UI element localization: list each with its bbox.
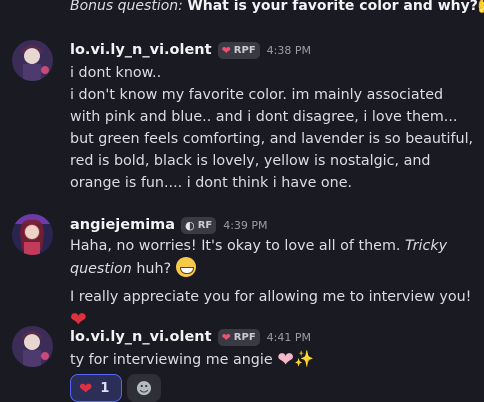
sparkles-icon: ✨	[293, 349, 314, 368]
message-text: I really appreciate you for allowing me …	[70, 289, 472, 305]
role-tag[interactable]: ◐ RF	[181, 216, 217, 234]
bonus-question: What is your favorite color and why?	[187, 0, 478, 14]
moon-icon: ◐	[185, 218, 195, 232]
red-heart-icon: ❤	[79, 378, 93, 398]
heart-reaction-button[interactable]: ❤ 1	[70, 374, 122, 402]
pink-heart-icon: ❤	[277, 347, 294, 371]
fire-heart-icon: ❤	[221, 43, 231, 57]
bonus-label: Bonus question:	[70, 0, 188, 14]
avatar[interactable]	[12, 214, 53, 255]
role-tag-label: RPF	[233, 331, 256, 343]
message-line: Haha, no worries! It's okay to love all …	[70, 235, 476, 280]
role-tag-label: RPF	[233, 44, 256, 56]
avatar[interactable]	[12, 326, 53, 367]
reactions-bar: ❤ 1 ☻	[70, 374, 161, 402]
message-text: huh?	[131, 261, 172, 277]
add-reaction-button[interactable]: ☻	[127, 374, 161, 402]
smiley-add-icon: ☻	[135, 378, 153, 398]
thinking-face-icon: 🤔	[478, 0, 484, 14]
timestamp[interactable]: 4:39 PM	[223, 219, 267, 232]
role-tag[interactable]: ❤ RPF	[217, 328, 260, 346]
username[interactable]: lo.vi.ly_n_vi.olent	[70, 42, 212, 58]
timestamp[interactable]: 4:41 PM	[267, 331, 311, 344]
message-line: ty for interviewing me angie ❤✨	[70, 348, 476, 371]
reaction-count: 1	[100, 380, 110, 396]
previous-message-line: Bonus question: What is your favorite co…	[70, 0, 484, 16]
message-text: Haha, no worries! It's okay to love all …	[70, 238, 405, 254]
message-line: i don't know my favorite color. im mainl…	[70, 87, 474, 191]
message-line: I really appreciate you for allowing me …	[70, 286, 476, 331]
message-body: Haha, no worries! It's okay to love all …	[70, 235, 476, 331]
message-body: ty for interviewing me angie ❤✨	[70, 348, 476, 371]
timestamp[interactable]: 4:38 PM	[267, 44, 311, 57]
fire-heart-icon: ❤	[221, 330, 231, 344]
message-line: i dont know..	[70, 65, 162, 81]
message-body: i dont know.. i don't know my favorite c…	[70, 62, 476, 194]
grinning-face-icon	[175, 257, 196, 277]
message-text: ty for interviewing me angie	[70, 352, 273, 368]
role-tag[interactable]: ❤ RPF	[217, 41, 260, 59]
username[interactable]: lo.vi.ly_n_vi.olent	[70, 329, 212, 345]
avatar[interactable]	[12, 40, 53, 81]
role-tag-label: RF	[197, 219, 213, 231]
username[interactable]: angiejemima	[70, 217, 175, 233]
